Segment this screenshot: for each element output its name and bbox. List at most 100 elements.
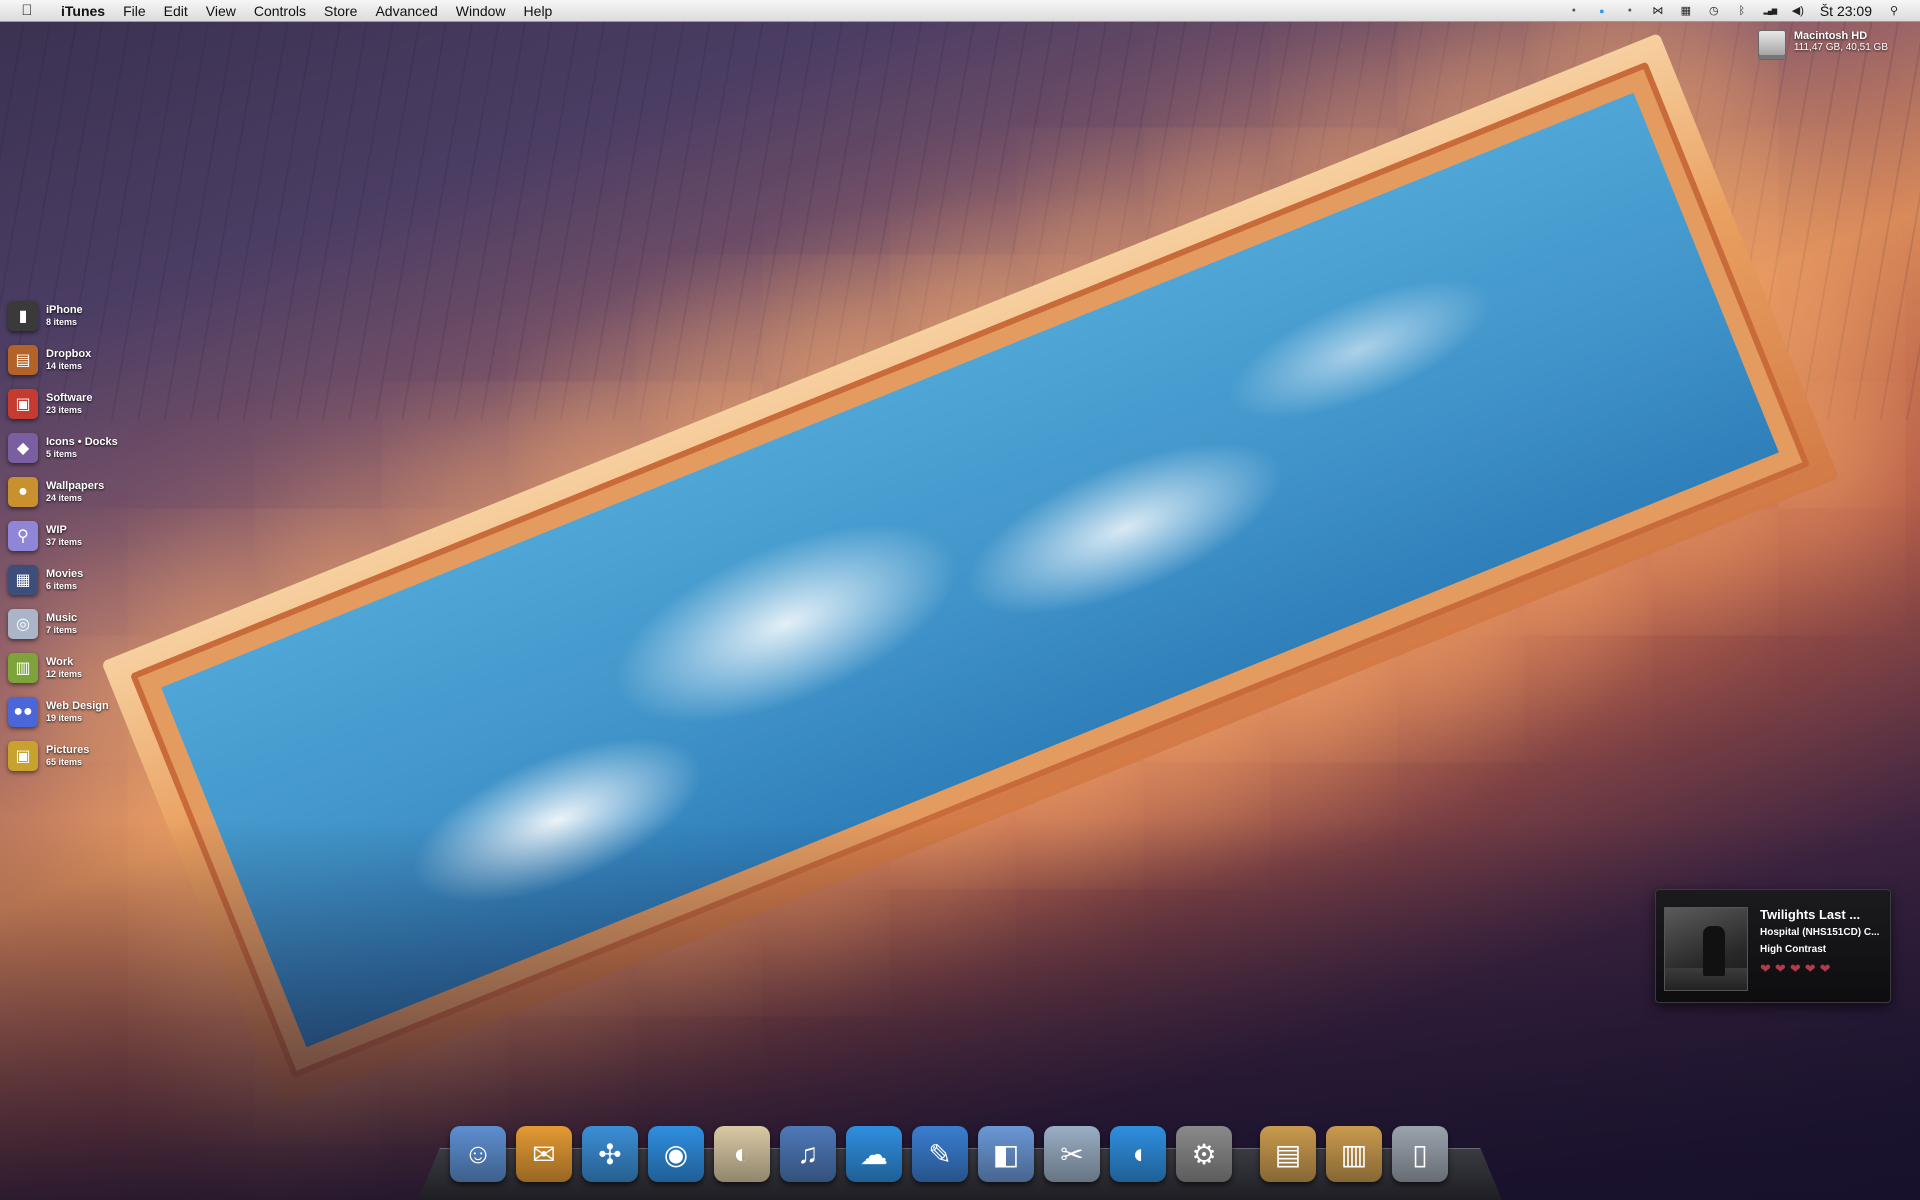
menu-help[interactable]: Help (515, 0, 562, 22)
bluetooth-icon[interactable]: ᛒ (1731, 0, 1753, 22)
dock: ☺ ✉ ✣ ◉ ◐ ♫ ☁ ✎ ◧ ✂ ◖ ⚙ ▤ ▥ ▯ (450, 1112, 1458, 1182)
cookie-icon: ● (8, 477, 38, 507)
desktop-stack-item[interactable]: ●● Web Design 19 items (8, 690, 188, 734)
stack-count: 14 items (46, 361, 83, 371)
desktop-stack-item[interactable]: ▣ Software 23 items (8, 382, 188, 426)
desktop-stack-item[interactable]: ▦ Movies 6 items (8, 558, 188, 602)
mail-icon[interactable]: ✉ (516, 1126, 572, 1182)
stack-name: iPhone (46, 304, 83, 316)
desktop-stack-item[interactable]: ◆ Icons • Docks 5 items (8, 426, 188, 470)
stack-name: Music (46, 612, 78, 624)
menu-file[interactable]: File (114, 0, 155, 22)
desktop-stack-item[interactable]: ▣ Pictures 65 items (8, 734, 188, 778)
stack-name: Wallpapers (46, 480, 105, 492)
heart-icon[interactable]: ❤ (1820, 961, 1831, 977)
track-title: Twilights Last ... (1760, 907, 1861, 922)
spotlight-search-icon[interactable]: ⚲ (1883, 0, 1905, 22)
stack-count: 6 items (46, 581, 78, 591)
folder-icon: ▥ (8, 653, 38, 683)
stack-name: Software (46, 392, 93, 404)
heart-icon[interactable]: ❤ (1760, 961, 1771, 977)
desktop-stack-item[interactable]: ⚲ WIP 37 items (8, 514, 188, 558)
apple-menu-icon[interactable]:  (16, 2, 38, 19)
desktop-stack-item[interactable]: ● Wallpapers 24 items (8, 470, 188, 514)
desktop-disk-macintosh-hd[interactable]: Macintosh HD 111,47 GB, 40,51 GB (1757, 30, 1888, 60)
desktop-stack-item[interactable]: ▮ iPhone 8 items (8, 294, 188, 338)
menu-controls[interactable]: Controls (245, 0, 315, 22)
disk-info: 111,47 GB, 40,51 GB (1793, 42, 1888, 53)
spaces-icon[interactable]: ▦ (1675, 0, 1697, 22)
trash-icon[interactable]: ▯ (1392, 1126, 1448, 1182)
preview-icon: ⚲ (8, 521, 38, 551)
track-artist: High Contrast (1760, 944, 1827, 955)
ichat-icon[interactable]: ◉ (648, 1126, 704, 1182)
menu-bar:  iTunes FileEditViewControlsStoreAdvanc… (0, 0, 1920, 22)
preview-icon[interactable]: ◧ (978, 1126, 1034, 1182)
finder-icon[interactable]: ☺ (450, 1126, 506, 1182)
drawer-icon: ▤ (8, 345, 38, 375)
stack-count: 7 items (46, 625, 78, 635)
stack-count: 24 items (46, 493, 83, 503)
menu-store[interactable]: Store (315, 0, 366, 22)
album-art-figure (1703, 926, 1725, 976)
menu-clock[interactable]: Št 23:09 (1812, 3, 1880, 19)
scrapbook-icon[interactable]: ✂ (1044, 1126, 1100, 1182)
circles-icon: ●● (8, 697, 38, 727)
cloud-app-icon[interactable]: ☁ (846, 1126, 902, 1182)
cd-icon: ◎ (8, 609, 38, 639)
stack-count: 37 items (46, 537, 83, 547)
desktop-stack-item[interactable]: ◎ Music 7 items (8, 602, 188, 646)
track-album: Hospital (NHS151CD) C... (1760, 927, 1880, 938)
downloads-stack-icon[interactable]: ▤ (1260, 1126, 1316, 1182)
stack-name: Work (46, 656, 74, 668)
hard-drive-icon (1757, 30, 1786, 60)
safari-icon[interactable]: ✣ (582, 1126, 638, 1182)
menu-window[interactable]: Window (447, 0, 515, 22)
camera-icon: ▣ (8, 741, 38, 771)
documents-stack-icon[interactable]: ▥ (1326, 1126, 1382, 1182)
stack-count: 65 items (46, 757, 83, 767)
heart-icon[interactable]: ❤ (1775, 961, 1786, 977)
stack-count: 19 items (46, 713, 83, 723)
desktop-wallpaper (0, 0, 1920, 1200)
track-rating[interactable]: ❤ ❤ ❤ ❤ ❤ (1760, 961, 1880, 977)
system-preferences-icon[interactable]: ⚙ (1176, 1126, 1232, 1182)
stack-name: Icons • Docks (46, 436, 118, 448)
desktop-stack-item[interactable]: ▥ Work 12 items (8, 646, 188, 690)
now-playing-widget[interactable]: Twilights Last ... Hospital (NHS151CD) C… (1655, 889, 1891, 1003)
film-icon: ▦ (8, 565, 38, 595)
status-dot-icon[interactable]: ● (1619, 0, 1641, 22)
heart-icon[interactable]: ❤ (1790, 961, 1801, 977)
heart-icon[interactable]: ❤ (1805, 961, 1816, 977)
volume-icon[interactable]: ◀) (1787, 0, 1809, 22)
iphone-icon: ▮ (8, 301, 38, 331)
butterfly-icon[interactable]: ⋈ (1647, 0, 1669, 22)
stack-name: Pictures (46, 744, 90, 756)
menu-edit[interactable]: Edit (155, 0, 197, 22)
stack-count: 12 items (46, 669, 83, 679)
disk-name: Macintosh HD (1793, 30, 1868, 42)
stack-name: Web Design (46, 700, 109, 712)
feather-app-icon[interactable]: ◐ (714, 1126, 770, 1182)
desktop-stacks-list: ▮ iPhone 8 items ▤ Dropbox 14 items ▣ Software 2… (8, 294, 188, 778)
menu-view[interactable]: View (197, 0, 245, 22)
box-icon: ◆ (8, 433, 38, 463)
time-machine-icon[interactable]: ◷ (1703, 0, 1725, 22)
feather-icon[interactable]: ✎ (912, 1126, 968, 1182)
album-art (1664, 907, 1748, 991)
menu-advanced[interactable]: Advanced (366, 0, 446, 22)
dropzone-icon[interactable]: ◖ (1110, 1126, 1166, 1182)
blue-dot-icon[interactable]: ● (1591, 0, 1613, 22)
menu-extras: ● ● ● ⋈ ▦ ◷ ᛒ ▂▄▆ ◀) Št 23:09 ⚲ (1560, 0, 1920, 22)
stack-count: 23 items (46, 405, 83, 415)
status-dot-icon[interactable]: ● (1563, 0, 1585, 22)
wifi-bars-icon[interactable]: ▂▄▆ (1759, 0, 1781, 22)
stack-name: Movies (46, 568, 84, 580)
desktop-stack-item[interactable]: ▤ Dropbox 14 items (8, 338, 188, 382)
stack-name: Dropbox (46, 348, 92, 360)
software-icon: ▣ (8, 389, 38, 419)
menu-app-name[interactable]: iTunes (52, 0, 114, 22)
stack-count: 5 items (46, 449, 78, 459)
itunes-icon[interactable]: ♫ (780, 1126, 836, 1182)
stack-name: WIP (46, 524, 67, 536)
